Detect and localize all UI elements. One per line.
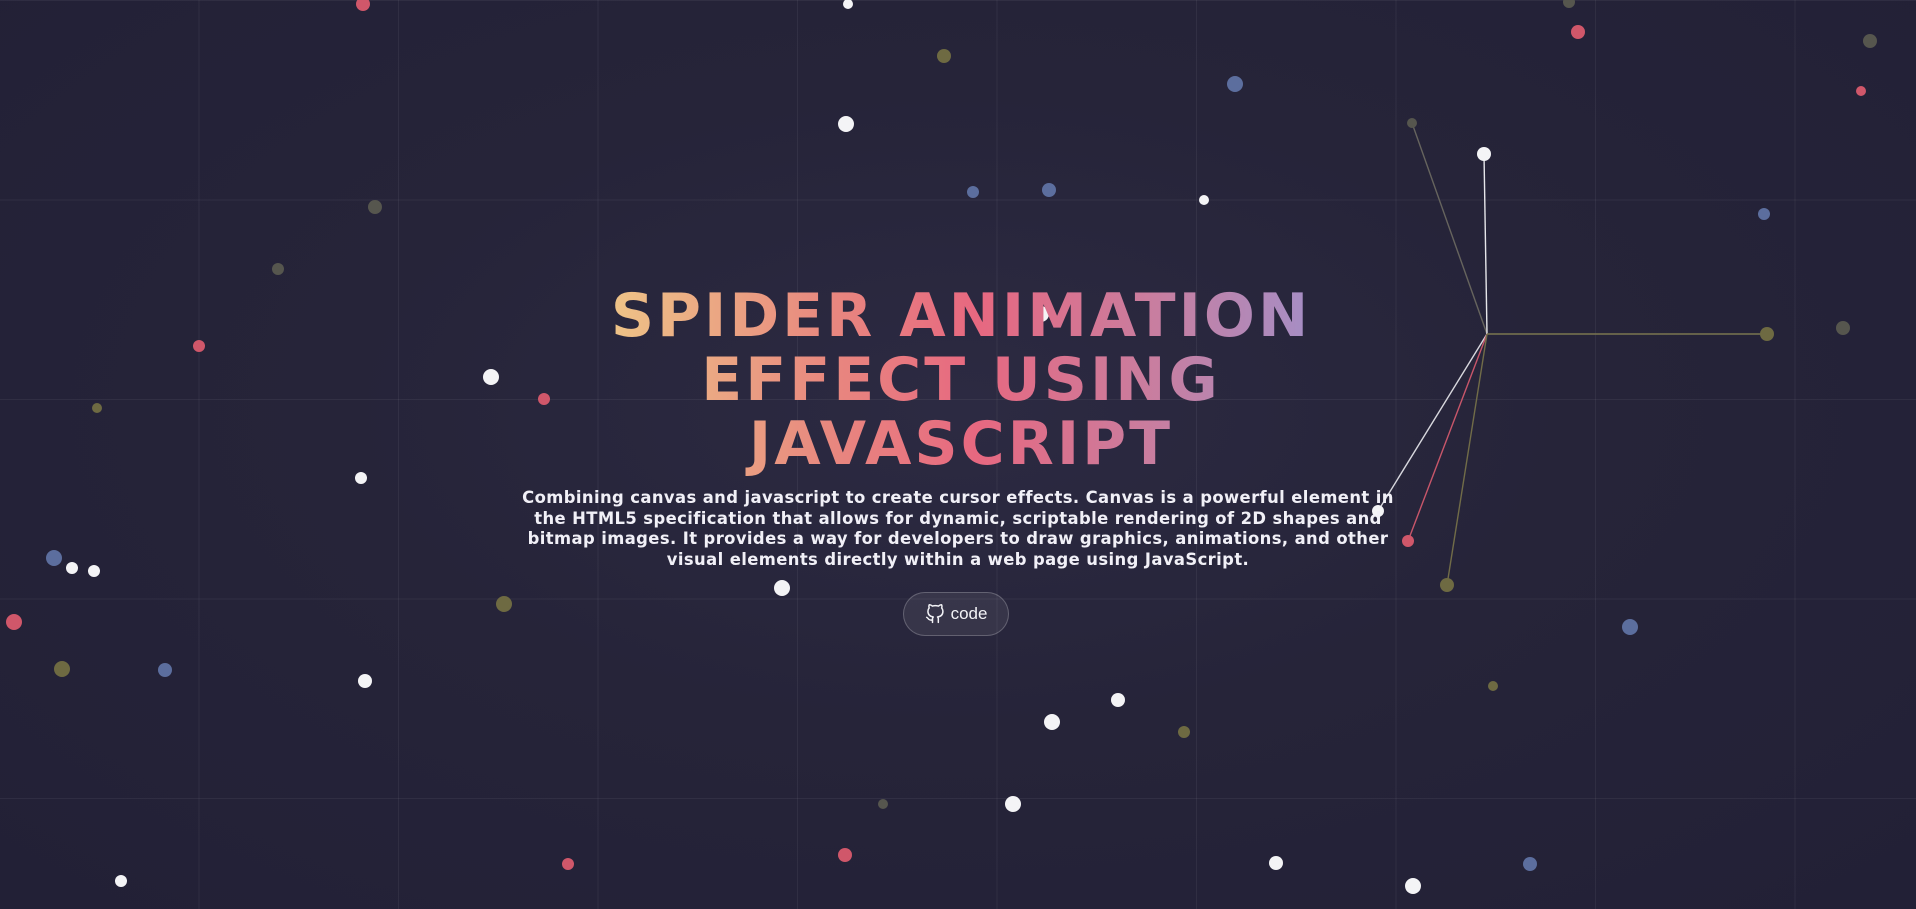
particle-dot xyxy=(6,614,22,630)
particle-dot xyxy=(937,49,951,63)
code-button-label: code xyxy=(950,604,988,623)
particle-dot xyxy=(1269,856,1283,870)
particle-dot xyxy=(1199,195,1209,205)
particle-dot xyxy=(838,116,854,132)
particle-dot xyxy=(1178,726,1190,738)
particle-dot xyxy=(368,200,382,214)
particle-dot xyxy=(193,340,205,352)
particle-dot xyxy=(88,565,100,577)
particle-dot xyxy=(355,472,367,484)
particle-dot xyxy=(1042,183,1056,197)
particle-dot xyxy=(1488,681,1498,691)
particle-dot xyxy=(158,663,172,677)
particle-dot xyxy=(1758,208,1770,220)
particle-dot xyxy=(1863,34,1877,48)
particle-dot xyxy=(358,674,372,688)
particle-dot xyxy=(562,858,574,870)
spider-leg xyxy=(1483,153,1488,335)
particle-dot xyxy=(46,550,62,566)
particle-dot xyxy=(1760,327,1774,341)
particle-dot xyxy=(843,0,853,9)
particle-dot xyxy=(967,186,979,198)
particle-dot xyxy=(483,369,499,385)
spider-leg xyxy=(1446,333,1488,586)
particle-dot xyxy=(838,848,852,862)
particle-dot xyxy=(1856,86,1866,96)
particle-dot xyxy=(1405,878,1421,894)
hero-description: Combining canvas and javascript to creat… xyxy=(522,488,1394,569)
particle-dot xyxy=(1044,714,1060,730)
spider-leg xyxy=(1411,122,1488,335)
particle-dot xyxy=(92,403,102,413)
particle-dot xyxy=(1571,25,1585,39)
particle-dot xyxy=(774,580,790,596)
particle-dot xyxy=(1111,693,1125,707)
particle-dot xyxy=(1005,796,1021,812)
particle-dot xyxy=(356,0,370,11)
hero-section: SPIDER ANIMATION EFFECT USING JAVASCRIPT… xyxy=(508,284,1408,570)
particle-dot xyxy=(1563,0,1575,8)
spider-leg xyxy=(1407,333,1488,542)
particle-dot xyxy=(1407,118,1417,128)
particle-dot xyxy=(115,875,127,887)
particle-dot xyxy=(496,596,512,612)
particle-dot xyxy=(1440,578,1454,592)
particle-dot xyxy=(54,661,70,677)
particle-dot xyxy=(1622,619,1638,635)
particle-dot xyxy=(66,562,78,574)
particle-dot xyxy=(1227,76,1243,92)
particle-dot xyxy=(878,799,888,809)
code-button[interactable]: code xyxy=(903,592,1009,636)
particle-dot xyxy=(1836,321,1850,335)
particle-dot xyxy=(1523,857,1537,871)
particle-dot xyxy=(1477,147,1491,161)
page-title: SPIDER ANIMATION EFFECT USING JAVASCRIPT xyxy=(508,284,1408,476)
particle-dot xyxy=(272,263,284,275)
github-icon xyxy=(925,604,945,624)
